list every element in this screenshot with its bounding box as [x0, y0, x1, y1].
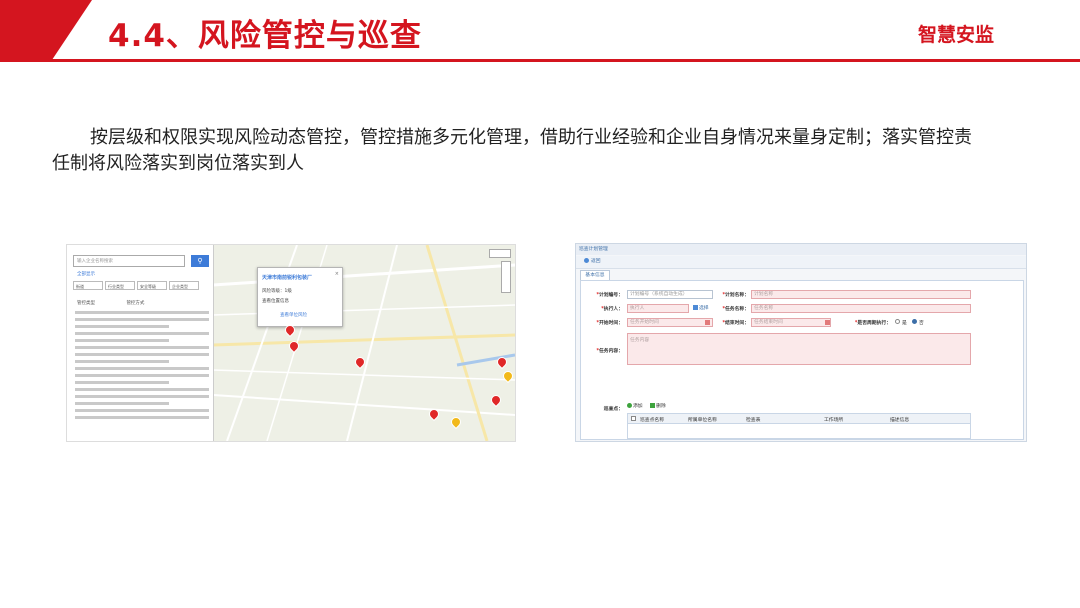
map-list-items [75, 311, 209, 423]
executor-label: *执行人： [601, 307, 623, 312]
back-arrow-icon [584, 258, 589, 263]
list-item [75, 402, 169, 405]
executor-input[interactable]: 执行人 [627, 304, 689, 313]
header-divider [0, 59, 1080, 62]
table-header: 巡查点名称 所属单位名称 检查表 工作场所 描述信息 [628, 414, 970, 424]
list-item [75, 395, 209, 398]
list-item [75, 325, 169, 328]
periodic-yes-radio[interactable] [895, 319, 900, 324]
delete-icon [650, 403, 656, 408]
plan-no-label: *计划编号： [596, 293, 623, 298]
filter-industry[interactable]: 行业类型 [105, 281, 135, 290]
calendar-icon[interactable] [825, 320, 830, 325]
select-all-checkbox[interactable] [631, 416, 636, 421]
popup-title: 天津市南前锐利包装厂 [262, 275, 313, 281]
popup-location[interactable]: 查看位置信息 [262, 298, 289, 304]
content-label: *任务内容： [596, 349, 623, 354]
brand-logo-text: 智慧安监 [917, 24, 994, 46]
add-point-button[interactable]: 添加 [627, 403, 643, 411]
list-item [75, 318, 209, 321]
end-time-input[interactable]: 任务结束时间 [751, 318, 831, 327]
popup-risk-link[interactable]: 查看单位风险 [280, 312, 307, 318]
popup-risk-level: 风险等级：1级 [262, 289, 292, 294]
list-item [75, 381, 169, 384]
search-icon[interactable]: ⚲ [191, 255, 209, 267]
plan-no-input[interactable]: 计划编号（系统自动生成） [627, 290, 713, 299]
patrol-plan-form-screenshot: 巡查计划管理 返回 基本信息 *计划编号： 计划编号（系统自动生成） *计划名称… [575, 243, 1027, 442]
task-name-input[interactable]: 任务名称 [751, 304, 971, 313]
select-icon [693, 305, 698, 310]
list-item [75, 416, 209, 419]
filter-safety-level[interactable]: 安全等级 [137, 281, 167, 290]
col-workplace: 工作场所 [824, 418, 844, 423]
patrol-points-table: 巡查点名称 所属单位名称 检查表 工作场所 描述信息 [627, 413, 971, 439]
map-search-input[interactable]: 输入企业名称搜索 [73, 255, 185, 267]
map-filters: 街道 行业类型 安全等级 企业类型 [73, 281, 211, 290]
list-item [75, 353, 209, 356]
list-item [75, 388, 209, 391]
periodic-yes-label: 是 [902, 321, 907, 326]
body-paragraph-text: 按层级和权限实现风险动态管控，管控措施多元化管理，借助行业经验和企业自身情况来量… [52, 127, 972, 174]
back-label: 返回 [591, 259, 601, 264]
form-toolbar: 返回 [576, 256, 1026, 269]
list-item [75, 367, 209, 370]
list-item [75, 339, 169, 342]
col-point-name: 巡查点名称 [640, 418, 664, 423]
map-layer-toggle[interactable] [489, 249, 511, 258]
col-control-method: 管控方式 [126, 301, 145, 306]
list-item [75, 409, 209, 412]
col-unit-name: 所属单位名称 [688, 418, 717, 423]
back-button[interactable]: 返回 [584, 258, 601, 266]
map-info-popup: × 天津市南前锐利包装厂 风险等级：1级 查看位置信息 查看单位风险 [257, 267, 343, 327]
filter-street[interactable]: 街道 [73, 281, 103, 290]
patrol-points-toolbar: 添加 删除 [627, 403, 672, 411]
patrol-points-label: 巡查点： [603, 407, 623, 412]
plan-name-label: *计划名称： [722, 293, 749, 298]
col-control-type: 管控类型 [77, 301, 95, 306]
end-time-label: *结束时间： [722, 321, 749, 326]
page-title: 4.4、风险管控与巡查 [108, 18, 422, 54]
task-name-label: *任务名称： [722, 307, 749, 312]
list-item [75, 360, 169, 363]
start-time-input[interactable]: 任务开始时间 [627, 318, 713, 327]
list-item [75, 374, 209, 377]
map-list-header: 管控类型 管控方式 [77, 300, 207, 306]
list-item [75, 311, 209, 314]
start-time-label: *开始时间： [596, 321, 623, 326]
col-description: 描述信息 [890, 418, 910, 423]
content-textarea[interactable]: 任务内容 [627, 333, 971, 365]
plan-name-input[interactable]: 计划名称 [751, 290, 971, 299]
window-title: 巡查计划管理 [576, 244, 1026, 255]
periodic-label: *是否周期执行： [854, 321, 891, 326]
form-body: *计划编号： 计划编号（系统自动生成） *计划名称： 计划名称 *执行人： 执行… [580, 280, 1024, 440]
header-accent-shape [0, 0, 92, 62]
list-item [75, 346, 209, 349]
delete-point-button[interactable]: 删除 [650, 403, 666, 411]
map-side-panel: 输入企业名称搜索 ⚲ 全部显示 街道 行业类型 安全等级 企业类型 管控类型 管控方式 [67, 245, 214, 441]
close-icon[interactable]: × [335, 271, 339, 277]
body-paragraph: 按层级和权限实现风险动态管控，管控措施多元化管理，借助行业经验和企业自身情况来量… [52, 125, 972, 177]
slide-header: 4.4、风险管控与巡查 智慧安监 [0, 0, 1080, 62]
periodic-no-label: 否 [919, 321, 924, 326]
risk-map-screenshot: 输入企业名称搜索 ⚲ 全部显示 街道 行业类型 安全等级 企业类型 管控类型 管控方式 [66, 244, 516, 442]
filter-enterprise-type[interactable]: 企业类型 [169, 281, 199, 290]
periodic-no-radio[interactable] [912, 319, 917, 324]
map-zoom-control[interactable] [501, 261, 511, 293]
list-item [75, 332, 209, 335]
add-icon [627, 403, 632, 408]
col-checklist: 检查表 [746, 418, 761, 423]
map-reset-link[interactable]: 全部显示 [77, 271, 95, 277]
select-executor-button[interactable]: 选择 [693, 305, 709, 313]
